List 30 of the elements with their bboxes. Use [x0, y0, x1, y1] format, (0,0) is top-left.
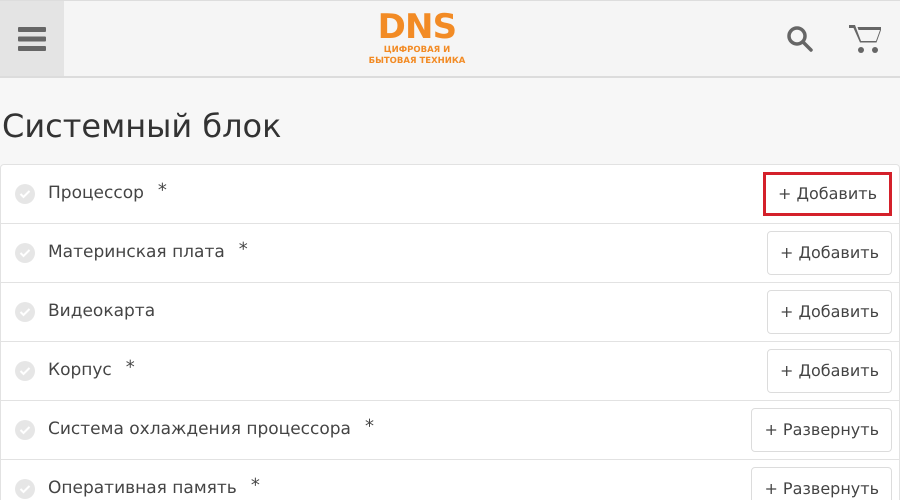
component-name: Видеокарта [48, 300, 156, 324]
check-icon [15, 243, 35, 263]
logo-brand: DNS [378, 12, 456, 42]
check-icon [15, 361, 35, 381]
component-name: Материнская плата [48, 241, 225, 264]
component-name: Система охлаждения процессора [48, 418, 351, 442]
required-mark: * [158, 179, 167, 203]
logo-tagline: ЦИФРОВАЯ И [384, 46, 450, 54]
add-button[interactable]: + Развернуть [751, 467, 892, 500]
check-icon [15, 420, 35, 440]
check-icon [15, 302, 35, 322]
add-button[interactable]: + Добавить [766, 290, 892, 334]
page-title: Системный блок [2, 106, 282, 146]
search-icon [786, 24, 814, 52]
required-mark: * [126, 356, 135, 380]
add-button[interactable]: + Добавить [766, 231, 892, 275]
required-mark: * [364, 415, 374, 439]
add-button[interactable]: + Развернуть [751, 408, 892, 452]
required-mark: * [250, 474, 260, 498]
component-name: Корпус [48, 359, 112, 382]
check-icon [15, 184, 35, 204]
add-button[interactable]: + Добавить [766, 349, 892, 393]
component-name: Оперативная память [48, 477, 237, 500]
component-name: Процессор [48, 182, 144, 206]
cart-icon [849, 24, 881, 54]
logo-tagline: БЫТОВАЯ ТЕХНИКА [368, 56, 466, 65]
required-mark: * [238, 238, 248, 262]
menu-button[interactable] [0, 1, 64, 76]
highlighted-add-button[interactable]: + Добавить [762, 172, 892, 216]
menu-icon [18, 26, 46, 52]
